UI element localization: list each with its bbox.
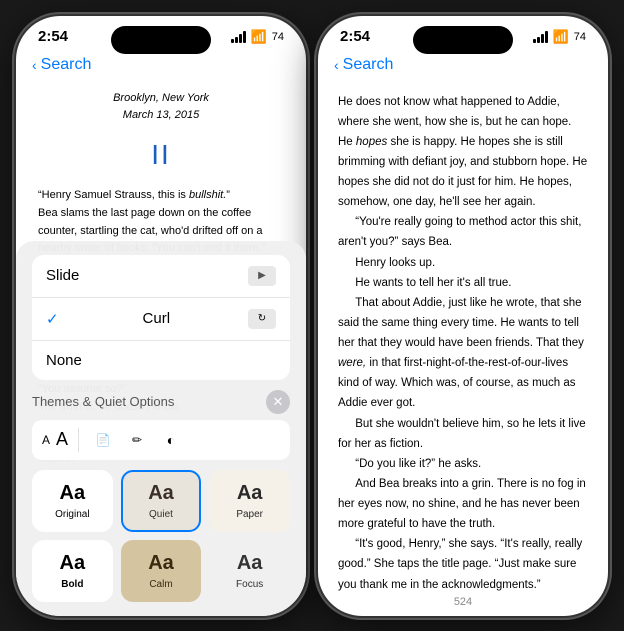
back-button-right[interactable]: ‹ Search <box>334 56 592 74</box>
theme-paper-label: Paper <box>236 509 263 520</box>
phones-container: 2:54 📶 74 ‹ Search Brooklyn, <box>16 16 608 616</box>
wifi-icon-right: 📶 <box>553 29 569 45</box>
theme-original-aa: Aa <box>60 482 86 505</box>
reading-text: He does not know what happened to Addie,… <box>338 92 588 592</box>
slide-icon: ▶ <box>248 266 276 286</box>
slide-option-curl[interactable]: ✓ Curl ↻ <box>32 298 290 341</box>
check-icon: ✓ <box>46 310 59 328</box>
signal-icon-right <box>533 31 548 43</box>
chapter-number: II <box>38 133 284 178</box>
theme-bold[interactable]: Aa Bold <box>32 540 113 602</box>
separator-1 <box>78 428 79 452</box>
left-phone: 2:54 📶 74 ‹ Search Brooklyn, <box>16 16 306 616</box>
font-controls-row: A A 📄 ✏ ◐ <box>32 420 290 460</box>
overlay-panel: Slide ▶ ✓ Curl ↻ None Themes & Quiet Opt… <box>16 241 306 616</box>
right-phone: 2:54 📶 74 ‹ Search He does not know what <box>318 16 608 616</box>
theme-original[interactable]: Aa Original <box>32 470 113 532</box>
theme-quiet-aa: Aa <box>148 482 174 505</box>
status-icons-right: 📶 74 <box>533 29 586 45</box>
theme-quiet-label: Quiet <box>149 509 173 520</box>
theme-paper-aa: Aa <box>237 482 263 505</box>
nav-bar-right: ‹ Search <box>318 52 608 80</box>
font-icon-2[interactable]: ✏ <box>123 426 151 454</box>
theme-bold-aa: Aa <box>60 552 86 575</box>
status-icons-left: 📶 74 <box>231 29 284 45</box>
curl-label: Curl <box>143 310 171 327</box>
reading-p9: “It's good, Henry,” she says. “It's real… <box>338 534 588 591</box>
back-label-right: Search <box>343 56 394 74</box>
reading-p1: He does not know what happened to Addie,… <box>338 92 588 213</box>
theme-focus-aa: Aa <box>237 552 263 575</box>
reading-p4: He wants to tell her it's all true. <box>338 273 588 293</box>
book-location: Brooklyn, New York March 13, 2015 <box>38 90 284 125</box>
dynamic-island <box>111 26 211 54</box>
dynamic-island-right <box>413 26 513 54</box>
reading-p3: Henry looks up. <box>338 253 588 273</box>
theme-grid: Aa Original Aa Quiet Aa Paper Aa Bold Aa <box>32 470 290 602</box>
themes-header: Themes & Quiet Options ✕ <box>32 390 290 414</box>
slide-options: Slide ▶ ✓ Curl ↻ None <box>32 255 290 380</box>
theme-focus-label: Focus <box>236 579 263 590</box>
theme-paper[interactable]: Aa Paper <box>209 470 290 532</box>
slide-option-slide[interactable]: Slide ▶ <box>32 255 290 298</box>
reading-p8: And Bea breaks into a grin. There is no … <box>338 474 588 534</box>
reading-content: He does not know what happened to Addie,… <box>318 80 608 592</box>
theme-quiet[interactable]: Aa Quiet <box>121 470 202 532</box>
reading-p2: “You're really going to method actor thi… <box>338 212 588 252</box>
theme-bold-label: Bold <box>61 579 83 590</box>
theme-original-label: Original <box>55 509 89 520</box>
themes-section-label: Themes & Quiet Options <box>32 394 174 409</box>
slide-option-none[interactable]: None <box>32 341 290 380</box>
theme-calm[interactable]: Aa Calm <box>121 540 202 602</box>
theme-focus[interactable]: Aa Focus <box>209 540 290 602</box>
theme-calm-aa: Aa <box>148 552 174 575</box>
reading-p6: But she wouldn't believe him, so he lets… <box>338 414 588 454</box>
none-label: None <box>46 352 82 369</box>
page-number: 524 <box>318 592 608 616</box>
reading-p7: “Do you like it?” he asks. <box>338 454 588 474</box>
font-icon-1[interactable]: 📄 <box>89 426 117 454</box>
battery-right: 74 <box>574 31 586 43</box>
slide-label: Slide <box>46 267 79 284</box>
book-paragraph-1: “Henry Samuel Strauss, this is bullshit.… <box>38 187 284 205</box>
theme-calm-label: Calm <box>149 579 172 590</box>
back-button-left[interactable]: ‹ Search <box>32 56 290 74</box>
font-icon-3[interactable]: ◐ <box>157 426 185 454</box>
signal-icon <box>231 31 246 43</box>
back-label-left: Search <box>41 56 92 74</box>
chevron-left-icon: ‹ <box>32 57 37 73</box>
time-left: 2:54 <box>38 28 68 45</box>
curl-icon: ↻ <box>248 309 276 329</box>
battery-left: 74 <box>272 31 284 43</box>
reading-p5: That about Addie, just like he wrote, th… <box>338 293 588 414</box>
wifi-icon: 📶 <box>251 29 267 45</box>
time-right: 2:54 <box>340 28 370 45</box>
font-small-a[interactable]: A <box>42 433 50 447</box>
chevron-left-icon-right: ‹ <box>334 57 339 73</box>
nav-bar-left: ‹ Search <box>16 52 306 80</box>
font-large-a[interactable]: A <box>56 429 68 450</box>
close-button[interactable]: ✕ <box>266 390 290 414</box>
